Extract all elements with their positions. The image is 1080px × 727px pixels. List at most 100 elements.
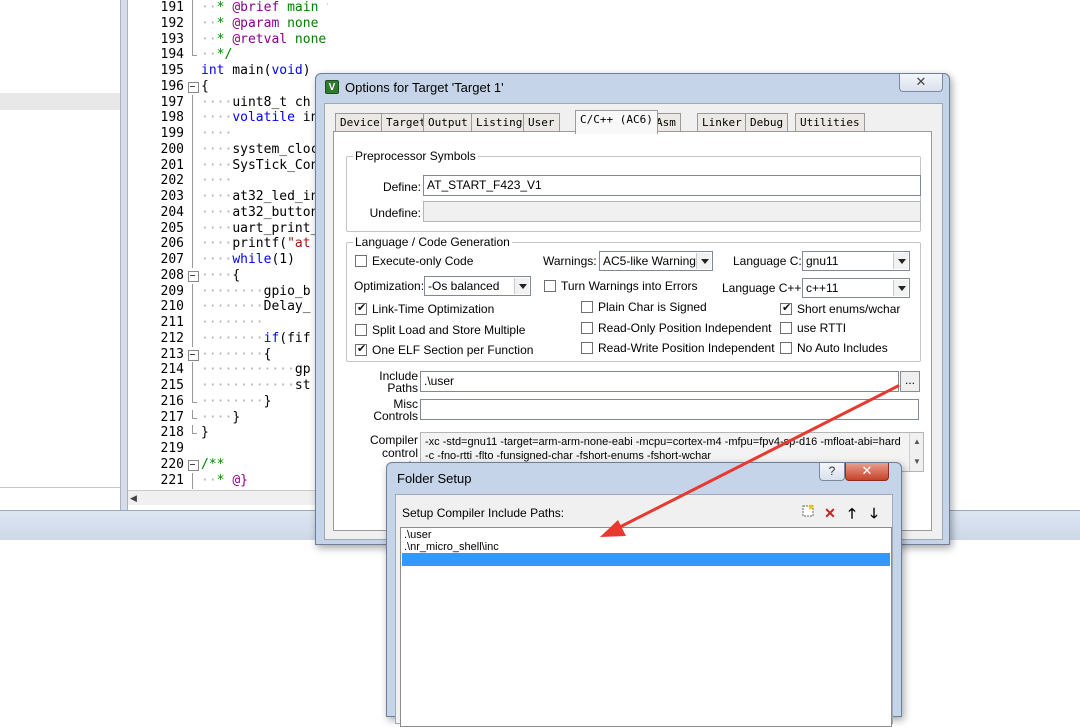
code-line[interactable]: 211 ········ [128,315,328,331]
turn-warnings-box[interactable] [544,280,556,292]
code-text: ····uart_print_ [201,220,319,236]
misc-controls-input[interactable] [420,399,919,420]
tab-user[interactable]: User [523,113,560,133]
fold-guide [188,236,198,253]
chevron-down-icon[interactable] [893,253,908,269]
code-line[interactable]: 193 ··* @retval none [128,31,328,48]
line-number: 219 [160,441,184,456]
code-line[interactable]: 202 ···· [128,173,328,190]
code-line[interactable]: 204 ····at32_button [128,204,328,221]
undefine-input[interactable] [423,201,921,222]
options-dialog-titlebar[interactable]: V Options for Target 'Target 1' ✕ [316,74,949,100]
execute-only-box[interactable] [355,255,367,267]
pane-splitter[interactable] [120,0,128,510]
ropi-box[interactable] [581,322,593,334]
code-line[interactable]: 200 ····system_cloc [128,141,328,158]
chevron-down-icon[interactable] [893,280,908,296]
line-number: 199 [160,126,184,141]
scroll-left-icon[interactable]: ◀ [130,493,137,504]
folder-help-button[interactable]: ? [819,463,845,481]
include-paths-input[interactable]: .\user [420,371,899,392]
code-editor[interactable]: 191 ··* @brief main function. 192 ··* @para… [128,0,328,490]
editor-horizontal-scrollbar[interactable]: ◀ [128,490,328,505]
include-path-list[interactable]: .\user .\nr_micro_shell\inc [400,527,892,727]
code-line[interactable]: 207 ····while(1) [128,252,328,268]
move-up-icon[interactable]: 🡑 [842,503,862,523]
include-paths-browse-button[interactable]: ... [900,371,920,392]
new-folder-icon[interactable] [798,503,818,523]
fold-toggle-icon[interactable] [188,347,199,363]
compiler-string-scrollbar[interactable]: ▲ ▼ [909,433,923,471]
code-text: ····{ [201,267,241,283]
code-line[interactable]: 196 { [128,79,328,95]
code-line[interactable]: 197 ····uint8_t ch [128,94,328,111]
chevron-down-icon[interactable] [514,278,529,294]
line-number: 206 [160,236,184,252]
code-line[interactable]: 208 ····{ [128,268,328,284]
code-line[interactable]: 194 ··*/ [128,47,328,63]
code-line[interactable]: 217 ····} [128,409,328,426]
define-input[interactable]: AT_START_F423_V1 [423,175,921,196]
code-line[interactable]: 219 [128,441,328,457]
code-line[interactable]: 201 ····SysTick_Con [128,157,328,174]
rtti-box[interactable] [780,322,792,334]
project-selected-row[interactable] [0,93,120,110]
tab-listing[interactable]: Listing [471,113,528,133]
move-down-icon[interactable]: 🡓 [864,503,884,523]
code-text: ····at32_button [201,204,319,220]
delete-icon[interactable]: ✕ [820,503,840,523]
scroll-down-icon[interactable]: ▼ [913,455,921,469]
code-line[interactable]: 206 ····printf("at [128,236,328,253]
language-c-select[interactable]: gnu11 [802,251,910,271]
fold-guide [188,141,198,158]
fold-guide [188,189,198,205]
code-line[interactable]: 215 ············st [128,378,328,394]
plain-char-box[interactable] [581,301,593,313]
tab-c-c-ac6[interactable]: C/C++ (AC6) [575,110,658,134]
fold-toggle-icon[interactable] [188,79,199,95]
tab-utilities[interactable]: Utilities [795,113,865,133]
code-line[interactable]: 212 ········if(fif [128,330,328,347]
split-load-box[interactable] [355,324,367,336]
code-line[interactable]: 214 ············gp [128,362,328,379]
tab-output[interactable]: Output [423,113,473,133]
tab-device[interactable]: Device [335,113,385,133]
code-line[interactable]: 209 ········gpio_b [128,283,328,300]
fold-toggle-icon[interactable] [188,268,199,284]
code-line[interactable]: 213 ········{ [128,347,328,363]
code-line[interactable]: 203 ····at32_led_in [128,189,328,205]
one-elf-box[interactable] [355,342,367,356]
line-number: 202 [160,173,184,189]
line-number: 209 [160,283,184,299]
path-list-item[interactable] [402,553,890,566]
code-line[interactable]: 192 ··* @param none [128,15,328,32]
warnings-select[interactable]: AC5-like Warnings [599,251,713,271]
scroll-up-icon[interactable]: ▲ [913,435,921,449]
tab-linker[interactable]: Linker [697,113,747,133]
chevron-down-icon[interactable] [696,253,711,269]
rwpi-box[interactable] [581,342,593,354]
language-cpp-select[interactable]: c++11 [802,278,910,298]
code-text: /** [201,456,225,472]
optimization-select[interactable]: -Os balanced [424,276,531,296]
folder-close-button[interactable]: ✕ [845,463,889,481]
code-line[interactable]: 210 ········Delay_ [128,299,328,316]
code-line[interactable]: 199 ···· [128,126,328,142]
options-close-button[interactable]: ✕ [899,74,943,92]
no-auto-box[interactable] [780,342,792,354]
code-line[interactable]: 221 ··* @} [128,472,328,489]
fold-toggle-icon[interactable] [188,457,199,473]
code-line[interactable]: 191 ··* @brief main function. [128,0,328,16]
warnings-label: Warnings: [543,254,597,268]
line-number: 214 [160,362,184,378]
code-line[interactable]: 218} [128,425,328,441]
tab-debug[interactable]: Debug [745,113,789,133]
short-enums-box[interactable] [780,301,792,315]
code-line[interactable]: 205 ····uart_print_ [128,220,328,237]
language-cpp-value: c++11 [806,281,839,295]
code-line[interactable]: 198 ····volatile in [128,110,328,127]
code-line[interactable]: 195 int main(void) [128,63,328,79]
code-line[interactable]: 216 ········} [128,393,328,410]
code-line[interactable]: 220 /** [128,457,328,473]
lto-box[interactable] [355,301,367,315]
